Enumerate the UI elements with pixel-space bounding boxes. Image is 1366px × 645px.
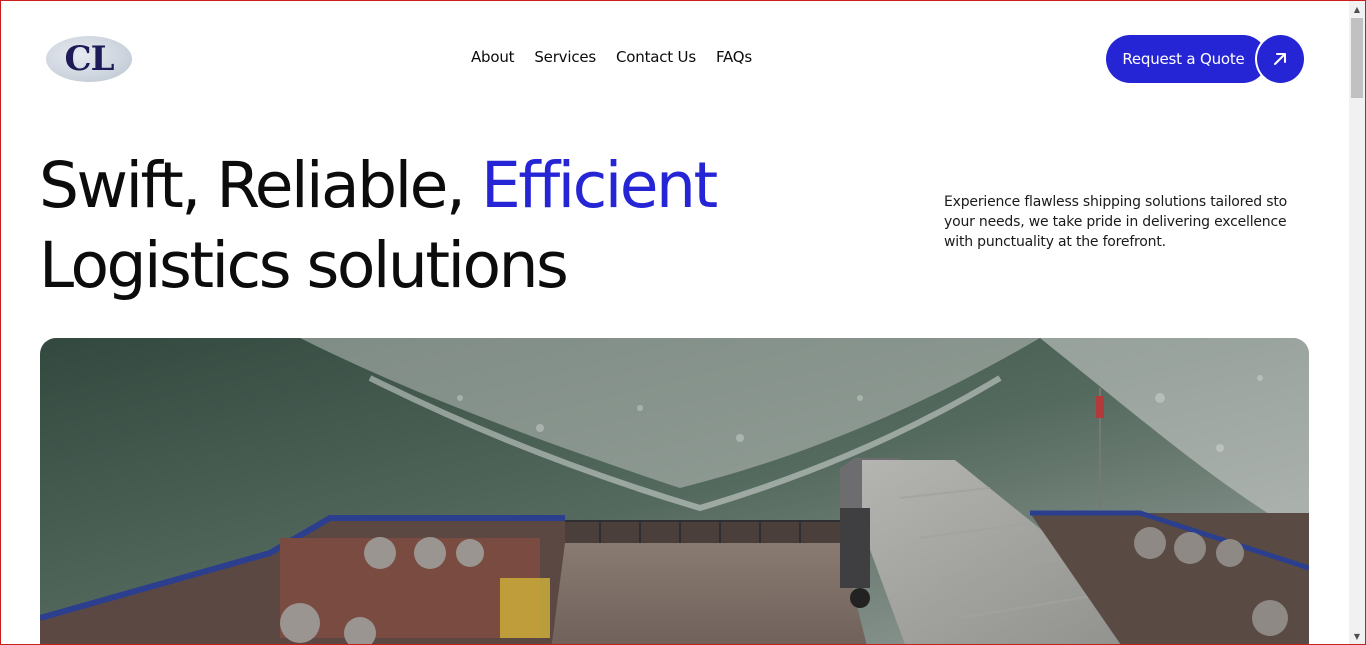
headline-accent: Efficient: [480, 149, 718, 222]
cl-logo[interactable]: CL: [46, 36, 132, 82]
hero-headline: Swift, Reliable, Efficient Logistics sol…: [39, 146, 859, 306]
page: CL About Services Contact Us FAQs Reques…: [1, 1, 1349, 644]
ferry-truck-image: [40, 338, 1309, 644]
nav-services[interactable]: Services: [534, 48, 596, 66]
scroll-thumb[interactable]: [1351, 18, 1363, 98]
nav-contact-us[interactable]: Contact Us: [616, 48, 696, 66]
request-quote-label: Request a Quote: [1106, 35, 1267, 83]
main-nav: About Services Contact Us FAQs: [471, 48, 752, 66]
logo-text: CL: [64, 39, 115, 79]
nav-about[interactable]: About: [471, 48, 515, 66]
page-scrollbar[interactable]: ▲ ▼: [1349, 1, 1365, 644]
request-quote-button[interactable]: Request a Quote: [1106, 33, 1306, 85]
nav-faqs[interactable]: FAQs: [716, 48, 752, 66]
hero-intro: Experience flawless shipping solutions t…: [944, 194, 1287, 250]
headline-part-1: Swift, Reliable,: [39, 149, 481, 222]
arrow-up-right-icon: [1254, 33, 1306, 85]
scroll-up-arrow-icon[interactable]: ▲: [1349, 1, 1365, 17]
headline-part-2: Logistics solutions: [39, 229, 569, 302]
scroll-down-arrow-icon[interactable]: ▼: [1349, 628, 1365, 644]
